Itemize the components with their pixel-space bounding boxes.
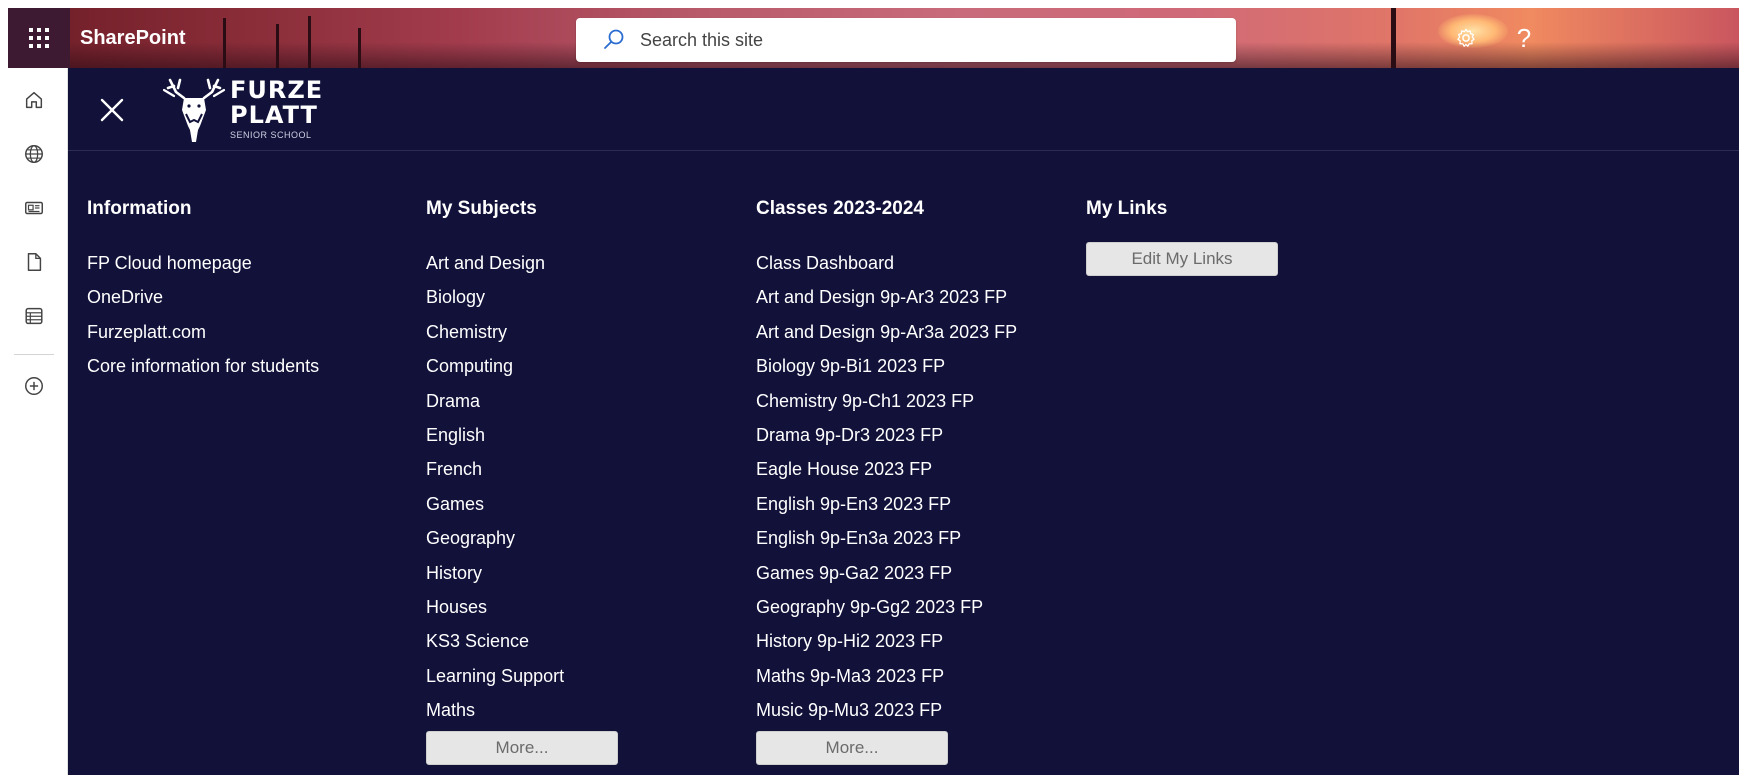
gear-icon <box>1457 28 1475 47</box>
close-icon <box>100 98 124 122</box>
logo-text-line2: PLATT <box>230 101 318 129</box>
globe-icon <box>25 145 43 163</box>
menu-link[interactable]: KS3 Science <box>426 624 618 658</box>
app-launcher-button[interactable] <box>8 8 70 68</box>
menu-link[interactable]: Art and Design <box>426 246 618 280</box>
menu-link[interactable]: English <box>426 418 618 452</box>
subjects-more-button[interactable]: More... <box>426 731 618 766</box>
column-heading: My Subjects <box>426 198 537 219</box>
menu-link[interactable]: Music 9p-Mu3 2023 FP <box>756 693 1017 727</box>
classes-more-button[interactable]: More... <box>756 731 948 766</box>
menu-link[interactable]: Computing <box>426 349 618 383</box>
stag-head-icon <box>162 78 226 142</box>
search-input[interactable] <box>640 29 1200 51</box>
news-icon <box>25 201 43 215</box>
app-bar <box>0 68 68 775</box>
menu-link[interactable]: Maths 9p-Ma3 2023 FP <box>756 659 1017 693</box>
logo-text-line3: SENIOR SCHOOL <box>230 130 312 140</box>
file-icon <box>27 253 42 271</box>
menu-column-subjects: My Subjects Art and Design Biology Chemi… <box>426 196 618 766</box>
menu-link[interactable]: Biology 9p-Bi1 2023 FP <box>756 349 1017 383</box>
menu-link[interactable]: Core information for students <box>87 349 319 383</box>
menu-link[interactable]: History 9p-Hi2 2023 FP <box>756 624 1017 658</box>
menu-link[interactable]: Houses <box>426 590 618 624</box>
home-icon <box>25 91 43 109</box>
column-heading: Classes 2023-2024 <box>756 198 924 219</box>
menu-link[interactable]: Games 9p-Ga2 2023 FP <box>756 556 1017 590</box>
menu-link[interactable]: Drama <box>426 384 618 418</box>
menu-link[interactable]: Drama 9p-Dr3 2023 FP <box>756 418 1017 452</box>
banner-palm-decoration <box>358 28 361 68</box>
menu-link[interactable]: Art and Design 9p-Ar3a 2023 FP <box>756 315 1017 349</box>
logo-text-line1: FURZE <box>230 76 324 104</box>
lists-button[interactable] <box>14 296 54 336</box>
app-name-link[interactable]: SharePoint <box>80 8 186 68</box>
menu-column-classes: Classes 2023-2024 Class Dashboard Art an… <box>756 196 1017 766</box>
menu-link[interactable]: Biology <box>426 280 618 314</box>
menu-link[interactable]: Learning Support <box>426 659 618 693</box>
news-button[interactable] <box>14 188 54 228</box>
menu-link[interactable]: Eagle House 2023 FP <box>756 452 1017 486</box>
banner-pole-decoration <box>1391 8 1396 68</box>
menu-link[interactable]: FP Cloud homepage <box>87 246 319 280</box>
home-button[interactable] <box>14 80 54 120</box>
link-list: Class Dashboard Art and Design 9p-Ar3 20… <box>756 246 1017 727</box>
help-icon: ? <box>1516 22 1532 53</box>
menu-link[interactable]: Games <box>426 487 618 521</box>
menu-link[interactable]: Geography 9p-Gg2 2023 FP <box>756 590 1017 624</box>
menu-link[interactable]: Geography <box>426 521 618 555</box>
menu-link[interactable]: French <box>426 452 618 486</box>
close-menu-button[interactable] <box>94 92 130 128</box>
menu-column-my-links: My Links Edit My Links <box>1086 196 1278 276</box>
files-button[interactable] <box>14 242 54 282</box>
link-list: FP Cloud homepage OneDrive Furzeplatt.co… <box>87 246 319 384</box>
mega-menu-header: FURZE PLATT SENIOR SCHOOL <box>68 68 1739 151</box>
help-button[interactable]: ? <box>1498 8 1550 68</box>
menu-link[interactable]: Chemistry 9p-Ch1 2023 FP <box>756 384 1017 418</box>
menu-link[interactable]: English 9p-En3a 2023 FP <box>756 521 1017 555</box>
list-icon <box>25 307 43 325</box>
menu-link[interactable]: English 9p-En3 2023 FP <box>756 487 1017 521</box>
suite-bar: SharePoint ? <box>8 8 1739 68</box>
menu-link[interactable]: OneDrive <box>87 280 319 314</box>
menu-link[interactable]: History <box>426 556 618 590</box>
banner-palm-decoration <box>308 16 311 68</box>
settings-button[interactable] <box>1440 8 1492 68</box>
waffle-icon <box>29 28 49 48</box>
menu-link[interactable]: Furzeplatt.com <box>87 315 319 349</box>
column-heading: Information <box>87 198 192 219</box>
menu-link[interactable]: Class Dashboard <box>756 246 1017 280</box>
search-box[interactable] <box>576 18 1236 62</box>
menu-link[interactable]: Maths <box>426 693 618 727</box>
mega-menu: FURZE PLATT SENIOR SCHOOL Information FP… <box>68 68 1739 775</box>
school-logo[interactable]: FURZE PLATT SENIOR SCHOOL <box>160 74 360 146</box>
sites-button[interactable] <box>14 134 54 174</box>
link-list: Art and Design Biology Chemistry Computi… <box>426 246 618 727</box>
banner-palm-decoration <box>276 24 279 68</box>
rail-divider <box>14 354 54 355</box>
add-circle-icon <box>25 377 43 395</box>
create-button[interactable] <box>14 366 54 406</box>
search-icon <box>602 28 626 52</box>
column-heading: My Links <box>1086 198 1168 219</box>
menu-link[interactable]: Art and Design 9p-Ar3 2023 FP <box>756 280 1017 314</box>
edit-my-links-button[interactable]: Edit My Links <box>1086 242 1278 276</box>
banner-palm-decoration <box>223 18 226 68</box>
menu-link[interactable]: Chemistry <box>426 315 618 349</box>
menu-column-information: Information FP Cloud homepage OneDrive F… <box>87 196 319 384</box>
